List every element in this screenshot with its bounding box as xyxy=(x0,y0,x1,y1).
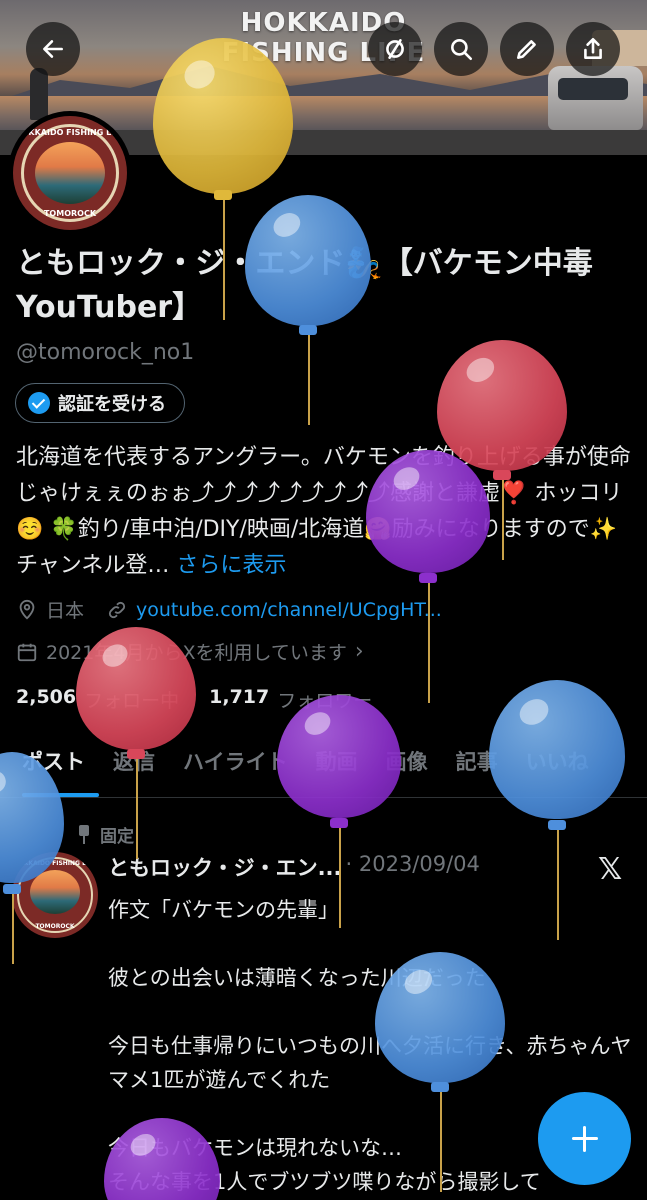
follow-stats: 2,506 フォロー中 1,717 フォロワー xyxy=(16,686,394,713)
show-more-link[interactable]: さらに表示 xyxy=(176,553,286,578)
post-author-name[interactable]: ともロック・ジ・エン... xyxy=(108,852,342,882)
avatar-logo: HOKKAIDO FISHING LIFE TOMOROCK xyxy=(13,116,127,230)
search-button[interactable] xyxy=(434,22,488,76)
profile-name: ともロック・ジ・エンド🧞【バケモン中毒 YouTuber】 xyxy=(16,246,593,325)
tab-likes[interactable]: いいね xyxy=(512,736,603,797)
compose-post-button[interactable] xyxy=(538,1092,631,1185)
profile-tabs: ポスト 返信 ハイライト 動画 画像 記事 いいね xyxy=(0,736,647,798)
get-verified-button[interactable]: 認証を受ける xyxy=(15,383,185,423)
chevron-right-icon: › xyxy=(354,639,364,664)
post-author-avatar[interactable]: HOKKAIDO FISHING LIFE TOMOROCK xyxy=(12,852,98,938)
mute-button[interactable] xyxy=(368,22,422,76)
pinned-label: 固定 xyxy=(100,827,134,847)
edit-button[interactable] xyxy=(500,22,554,76)
following-count[interactable]: 2,506 xyxy=(16,686,76,713)
link-icon xyxy=(108,601,126,618)
followers-label[interactable]: フォロワー xyxy=(277,686,372,713)
profile-bio: 北海道を代表するアングラー。バケモンを釣り上げる事が使命じゃけぇぇのぉぉ⤴︎⤴︎… xyxy=(16,440,636,584)
profile-handle: @tomorock_no1 xyxy=(16,340,195,365)
tab-replies[interactable]: 返信 xyxy=(99,736,169,797)
pinned-indicator: 固定 xyxy=(76,822,134,847)
tab-highlights[interactable]: ハイライト xyxy=(169,736,302,797)
location-pin-icon xyxy=(19,599,35,620)
avatar-bottom-text: TOMOROCK xyxy=(43,209,97,218)
back-arrow-icon xyxy=(43,40,63,58)
tab-videos[interactable]: 動画 xyxy=(302,736,372,797)
tab-posts[interactable]: ポスト xyxy=(0,736,99,797)
post-avatar-scene-graphic xyxy=(30,870,80,914)
joined-date: 2021年4月からXを利用しています xyxy=(46,642,347,664)
avatar-top-text: HOKKAIDO FISHING LIFE xyxy=(14,128,126,137)
edit-icon xyxy=(517,40,536,59)
tab-photos[interactable]: 画像 xyxy=(372,736,442,797)
profile-avatar[interactable]: HOKKAIDO FISHING LIFE TOMOROCK xyxy=(8,111,132,235)
joined-row[interactable]: 2021年4月からXを利用しています › xyxy=(16,638,364,665)
profile-meta-row: 日本 youtube.com/channel/UCpgHT... xyxy=(16,596,442,623)
followers-count[interactable]: 1,717 xyxy=(209,686,269,713)
pin-icon xyxy=(76,824,92,845)
bio-text: 北海道を代表するアングラー。バケモンを釣り上げる事が使命じゃけぇぇのぉぉ⤴︎⤴︎… xyxy=(16,445,631,578)
get-verified-label: 認証を受ける xyxy=(58,394,166,415)
post-avatar-top-text: HOKKAIDO FISHING LIFE xyxy=(13,860,97,867)
post-header: ともロック・ジ・エン... · 2023/09/04 xyxy=(108,852,480,882)
post-date[interactable]: · 2023/09/04 xyxy=(346,852,480,882)
following-label[interactable]: フォロー中 xyxy=(84,686,179,713)
verified-badge-icon xyxy=(28,392,50,414)
mute-icon xyxy=(386,39,404,59)
post-avatar-bottom-text: TOMOROCK xyxy=(35,923,75,930)
calendar-icon xyxy=(17,643,37,661)
profile-website-link[interactable]: youtube.com/channel/UCpgHT... xyxy=(136,599,442,621)
angler-graphic xyxy=(30,68,48,120)
x-logo-icon: 𝕏 xyxy=(598,852,623,887)
search-icon xyxy=(451,39,473,61)
tab-articles[interactable]: 記事 xyxy=(442,736,512,797)
share-icon xyxy=(584,37,602,59)
avatar-scene-graphic xyxy=(35,142,105,204)
banner-title-line1: HOKKAIDO xyxy=(240,8,407,38)
share-button[interactable] xyxy=(566,22,620,76)
back-button[interactable] xyxy=(26,22,80,76)
profile-location: 日本 xyxy=(46,600,85,622)
